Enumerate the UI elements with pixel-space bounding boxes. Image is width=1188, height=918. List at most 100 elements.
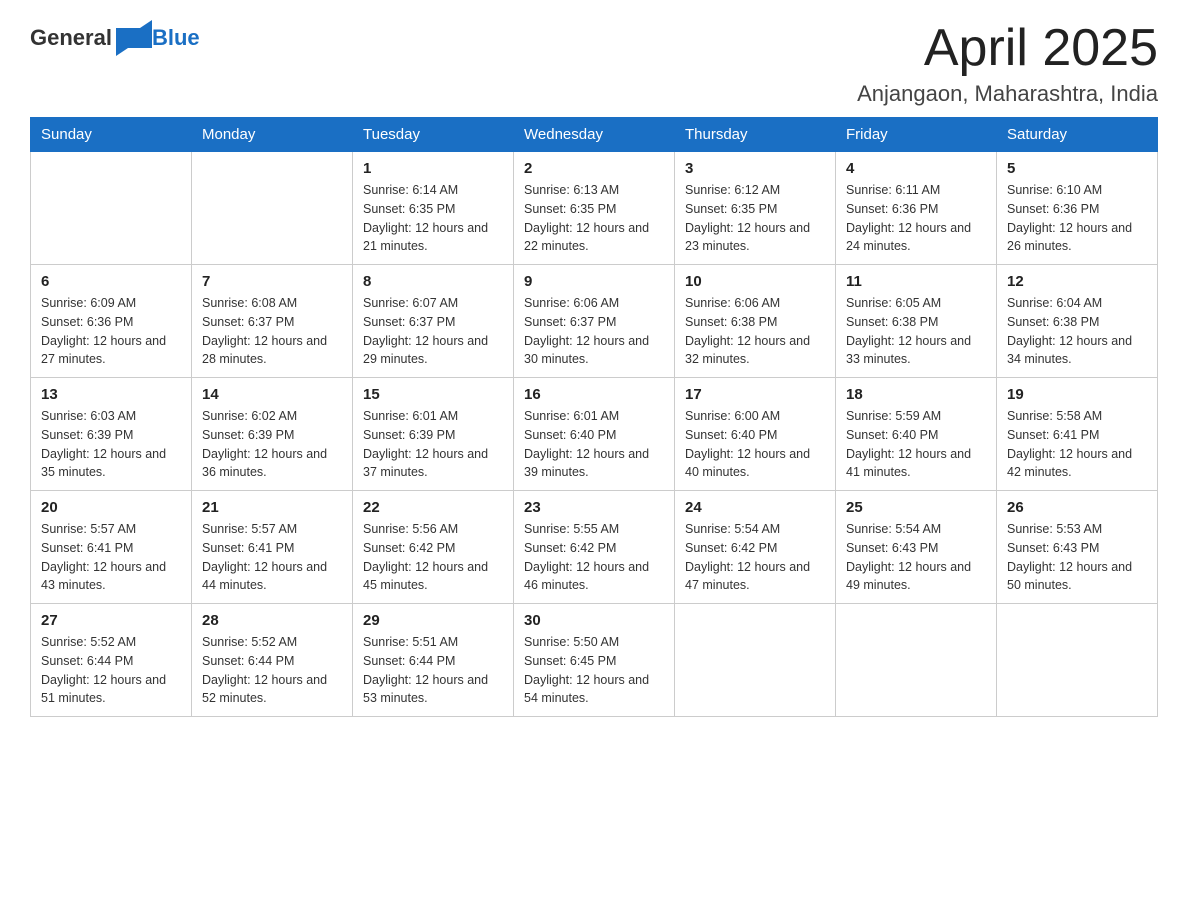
day-info: Sunrise: 6:02 AMSunset: 6:39 PMDaylight:… xyxy=(202,407,342,482)
day-number: 27 xyxy=(41,612,181,629)
calendar-cell: 8 Sunrise: 6:07 AMSunset: 6:37 PMDaylight… xyxy=(353,265,514,378)
calendar-cell: 22 Sunrise: 5:56 AMSunset: 6:42 PMDayligh… xyxy=(353,491,514,604)
day-of-week-header: Saturday xyxy=(997,118,1158,152)
calendar-cell: 1Sunrise: 6:14 AMSunset: 6:35 PMDaylight… xyxy=(353,152,514,265)
day-number: 3 xyxy=(685,160,825,177)
calendar-cell: 30 Sunrise: 5:50 AMSunset: 6:45 PMDayligh… xyxy=(514,604,675,717)
day-of-week-header: Thursday xyxy=(675,118,836,152)
day-number: 7 xyxy=(202,273,342,290)
calendar-table: SundayMondayTuesdayWednesdayThursdayFrid… xyxy=(30,117,1158,717)
day-info: Sunrise: 6:11 AMSunset: 6:36 PMDaylight:… xyxy=(846,181,986,256)
day-number: 23 xyxy=(524,499,664,516)
day-info: Sunrise: 6:08 AMSunset: 6:37 PMDaylight:… xyxy=(202,294,342,369)
day-info: Sunrise: 5:50 AMSunset: 6:45 PMDaylight:… xyxy=(524,633,664,708)
day-number: 4 xyxy=(846,160,986,177)
day-of-week-header: Tuesday xyxy=(353,118,514,152)
day-info: Sunrise: 6:13 AMSunset: 6:35 PMDaylight:… xyxy=(524,181,664,256)
day-info: Sunrise: 5:54 AMSunset: 6:42 PMDaylight:… xyxy=(685,520,825,595)
page-header: General Blue April 2025 Anjangaon, Mahar… xyxy=(30,20,1158,107)
day-number: 19 xyxy=(1007,386,1147,403)
calendar-cell xyxy=(675,604,836,717)
day-number: 5 xyxy=(1007,160,1147,177)
logo-blue-text: Blue xyxy=(152,25,200,51)
day-info: Sunrise: 5:53 AMSunset: 6:43 PMDaylight:… xyxy=(1007,520,1147,595)
calendar-cell: 12 Sunrise: 6:04 AMSunset: 6:38 PMDayligh… xyxy=(997,265,1158,378)
location-title: Anjangaon, Maharashtra, India xyxy=(857,81,1158,107)
day-of-week-header: Sunday xyxy=(31,118,192,152)
day-info: Sunrise: 6:14 AMSunset: 6:35 PMDaylight:… xyxy=(363,181,503,256)
calendar-cell: 11 Sunrise: 6:05 AMSunset: 6:38 PMDayligh… xyxy=(836,265,997,378)
calendar-cell: 13Sunrise: 6:03 AMSunset: 6:39 PMDayligh… xyxy=(31,378,192,491)
day-info: Sunrise: 5:56 AMSunset: 6:42 PMDaylight:… xyxy=(363,520,503,595)
calendar-cell: 24 Sunrise: 5:54 AMSunset: 6:42 PMDayligh… xyxy=(675,491,836,604)
day-info: Sunrise: 5:57 AMSunset: 6:41 PMDaylight:… xyxy=(41,520,181,595)
calendar-cell: 27 Sunrise: 5:52 AMSunset: 6:44 PMDayligh… xyxy=(31,604,192,717)
logo-icon xyxy=(116,20,152,56)
day-number: 12 xyxy=(1007,273,1147,290)
day-info: Sunrise: 6:09 AMSunset: 6:36 PMDaylight:… xyxy=(41,294,181,369)
calendar-cell: 2 Sunrise: 6:13 AMSunset: 6:35 PMDaylight… xyxy=(514,152,675,265)
day-number: 21 xyxy=(202,499,342,516)
calendar-cell xyxy=(31,152,192,265)
calendar-cell: 28 Sunrise: 5:52 AMSunset: 6:44 PMDayligh… xyxy=(192,604,353,717)
calendar-cell: 9Sunrise: 6:06 AMSunset: 6:37 PMDaylight… xyxy=(514,265,675,378)
calendar-week-row: 27 Sunrise: 5:52 AMSunset: 6:44 PMDayligh… xyxy=(31,604,1158,717)
calendar-cell: 10Sunrise: 6:06 AMSunset: 6:38 PMDayligh… xyxy=(675,265,836,378)
day-info: Sunrise: 6:06 AMSunset: 6:38 PMDaylight:… xyxy=(685,294,825,369)
day-info: Sunrise: 5:57 AMSunset: 6:41 PMDaylight:… xyxy=(202,520,342,595)
calendar-cell xyxy=(836,604,997,717)
day-of-week-header: Monday xyxy=(192,118,353,152)
day-number: 29 xyxy=(363,612,503,629)
calendar-cell: 7 Sunrise: 6:08 AMSunset: 6:37 PMDaylight… xyxy=(192,265,353,378)
calendar-cell: 18 Sunrise: 5:59 AMSunset: 6:40 PMDayligh… xyxy=(836,378,997,491)
day-info: Sunrise: 5:55 AMSunset: 6:42 PMDaylight:… xyxy=(524,520,664,595)
day-info: Sunrise: 6:10 AMSunset: 6:36 PMDaylight:… xyxy=(1007,181,1147,256)
day-info: Sunrise: 5:52 AMSunset: 6:44 PMDaylight:… xyxy=(41,633,181,708)
calendar-cell: 26Sunrise: 5:53 AMSunset: 6:43 PMDayligh… xyxy=(997,491,1158,604)
day-info: Sunrise: 5:54 AMSunset: 6:43 PMDaylight:… xyxy=(846,520,986,595)
calendar-cell: 14 Sunrise: 6:02 AMSunset: 6:39 PMDayligh… xyxy=(192,378,353,491)
day-of-week-header: Friday xyxy=(836,118,997,152)
calendar-cell: 19Sunrise: 5:58 AMSunset: 6:41 PMDayligh… xyxy=(997,378,1158,491)
day-of-week-header: Wednesday xyxy=(514,118,675,152)
day-number: 15 xyxy=(363,386,503,403)
day-number: 18 xyxy=(846,386,986,403)
day-info: Sunrise: 6:06 AMSunset: 6:37 PMDaylight:… xyxy=(524,294,664,369)
calendar-cell: 21 Sunrise: 5:57 AMSunset: 6:41 PMDayligh… xyxy=(192,491,353,604)
day-number: 16 xyxy=(524,386,664,403)
day-info: Sunrise: 6:01 AMSunset: 6:40 PMDaylight:… xyxy=(524,407,664,482)
day-info: Sunrise: 6:07 AMSunset: 6:37 PMDaylight:… xyxy=(363,294,503,369)
calendar-week-row: 20 Sunrise: 5:57 AMSunset: 6:41 PMDayligh… xyxy=(31,491,1158,604)
calendar-cell: 25 Sunrise: 5:54 AMSunset: 6:43 PMDayligh… xyxy=(836,491,997,604)
logo-general-text: General xyxy=(30,25,112,51)
day-number: 22 xyxy=(363,499,503,516)
day-info: Sunrise: 5:59 AMSunset: 6:40 PMDaylight:… xyxy=(846,407,986,482)
day-number: 13 xyxy=(41,386,181,403)
day-number: 24 xyxy=(685,499,825,516)
calendar-week-row: 13Sunrise: 6:03 AMSunset: 6:39 PMDayligh… xyxy=(31,378,1158,491)
day-number: 8 xyxy=(363,273,503,290)
calendar-week-row: 6 Sunrise: 6:09 AMSunset: 6:36 PMDaylight… xyxy=(31,265,1158,378)
day-number: 28 xyxy=(202,612,342,629)
month-title: April 2025 xyxy=(857,20,1158,77)
day-number: 2 xyxy=(524,160,664,177)
calendar-cell xyxy=(192,152,353,265)
day-info: Sunrise: 6:05 AMSunset: 6:38 PMDaylight:… xyxy=(846,294,986,369)
calendar-week-row: 1Sunrise: 6:14 AMSunset: 6:35 PMDaylight… xyxy=(31,152,1158,265)
day-info: Sunrise: 5:51 AMSunset: 6:44 PMDaylight:… xyxy=(363,633,503,708)
title-block: April 2025 Anjangaon, Maharashtra, India xyxy=(857,20,1158,107)
calendar-cell xyxy=(997,604,1158,717)
day-number: 14 xyxy=(202,386,342,403)
calendar-cell: 3Sunrise: 6:12 AMSunset: 6:35 PMDaylight… xyxy=(675,152,836,265)
day-info: Sunrise: 6:00 AMSunset: 6:40 PMDaylight:… xyxy=(685,407,825,482)
day-number: 25 xyxy=(846,499,986,516)
day-number: 6 xyxy=(41,273,181,290)
day-number: 11 xyxy=(846,273,986,290)
logo: General Blue xyxy=(30,20,200,56)
day-number: 20 xyxy=(41,499,181,516)
day-info: Sunrise: 6:01 AMSunset: 6:39 PMDaylight:… xyxy=(363,407,503,482)
day-info: Sunrise: 5:52 AMSunset: 6:44 PMDaylight:… xyxy=(202,633,342,708)
day-number: 30 xyxy=(524,612,664,629)
calendar-cell: 15 Sunrise: 6:01 AMSunset: 6:39 PMDayligh… xyxy=(353,378,514,491)
day-info: Sunrise: 6:04 AMSunset: 6:38 PMDaylight:… xyxy=(1007,294,1147,369)
